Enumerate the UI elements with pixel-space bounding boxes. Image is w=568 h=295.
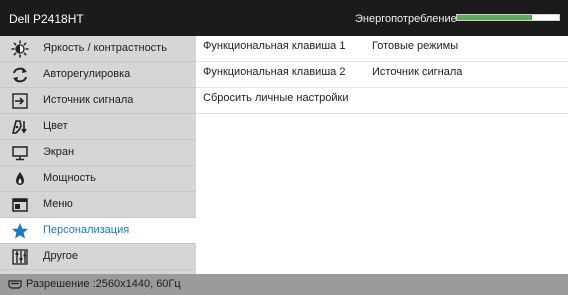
status-bar: Разрешение :2560x1440, 60Гц bbox=[0, 274, 568, 295]
monitor-osd: Dell P2418HT Энергопотребление Яркость /… bbox=[0, 0, 568, 295]
osd-title-bar: Dell P2418HT Энергопотребление bbox=[0, 0, 568, 36]
sidebar-item-other[interactable]: Другое bbox=[0, 244, 196, 270]
sidebar-item-input-source[interactable]: Источник сигнала bbox=[0, 88, 196, 114]
sidebar-item-label: Экран bbox=[43, 146, 75, 158]
setting-label: Функциональная клавиша 1 bbox=[203, 40, 346, 52]
setting-label: Сбросить личные настройки bbox=[203, 92, 349, 104]
sidebar-item-color[interactable]: Цвет bbox=[0, 114, 196, 140]
osd-sidebar: Яркость / контрастность Авторегулировка bbox=[0, 36, 196, 274]
energy-meter-fill bbox=[457, 15, 533, 20]
sidebar-item-personalize[interactable]: Персонализация bbox=[0, 218, 196, 244]
auto-adjust-icon bbox=[11, 66, 29, 84]
color-icon bbox=[11, 118, 29, 136]
sidebar-item-brightness[interactable]: Яркость / контрастность bbox=[0, 36, 196, 62]
input-source-icon bbox=[11, 92, 29, 110]
sidebar-item-label: Авторегулировка bbox=[43, 68, 131, 80]
sidebar-item-label: Цвет bbox=[43, 120, 68, 132]
monitor-model: Dell P2418HT bbox=[9, 12, 84, 26]
menu-icon bbox=[11, 196, 29, 214]
sidebar-item-label: Мощность bbox=[43, 172, 96, 184]
setting-label: Функциональная клавиша 2 bbox=[203, 66, 346, 78]
sidebar-item-menu[interactable]: Меню bbox=[0, 192, 196, 218]
sidebar-item-power[interactable]: Мощность bbox=[0, 166, 196, 192]
sidebar-item-label: Персонализация bbox=[43, 224, 130, 236]
setting-row-function-key-1[interactable]: Функциональная клавиша 1 Готовые режимы bbox=[196, 36, 568, 62]
setting-value: Готовые режимы bbox=[372, 40, 459, 52]
setting-row-function-key-2[interactable]: Функциональная клавиша 2 Источник сигнал… bbox=[196, 62, 568, 88]
sidebar-item-label: Яркость / контрастность bbox=[43, 42, 167, 54]
display-icon bbox=[11, 144, 29, 162]
star-icon bbox=[11, 222, 29, 240]
display-port-icon bbox=[8, 280, 22, 292]
setting-row-reset-personalization[interactable]: Сбросить личные настройки bbox=[196, 88, 568, 114]
settings-panel: Функциональная клавиша 1 Готовые режимы … bbox=[196, 36, 568, 274]
power-icon bbox=[11, 170, 29, 188]
energy-meter bbox=[456, 14, 560, 21]
energy-label: Энергопотребление bbox=[355, 13, 457, 25]
resolution-text: Разрешение :2560x1440, 60Гц bbox=[26, 278, 181, 290]
setting-value: Источник сигнала bbox=[372, 66, 463, 78]
other-icon bbox=[11, 248, 29, 266]
sidebar-item-auto-adjust[interactable]: Авторегулировка bbox=[0, 62, 196, 88]
sidebar-item-display[interactable]: Экран bbox=[0, 140, 196, 166]
sidebar-item-label: Меню bbox=[43, 198, 73, 210]
sidebar-item-label: Источник сигнала bbox=[43, 94, 134, 106]
sidebar-item-label: Другое bbox=[43, 250, 78, 262]
brightness-icon bbox=[11, 40, 29, 58]
